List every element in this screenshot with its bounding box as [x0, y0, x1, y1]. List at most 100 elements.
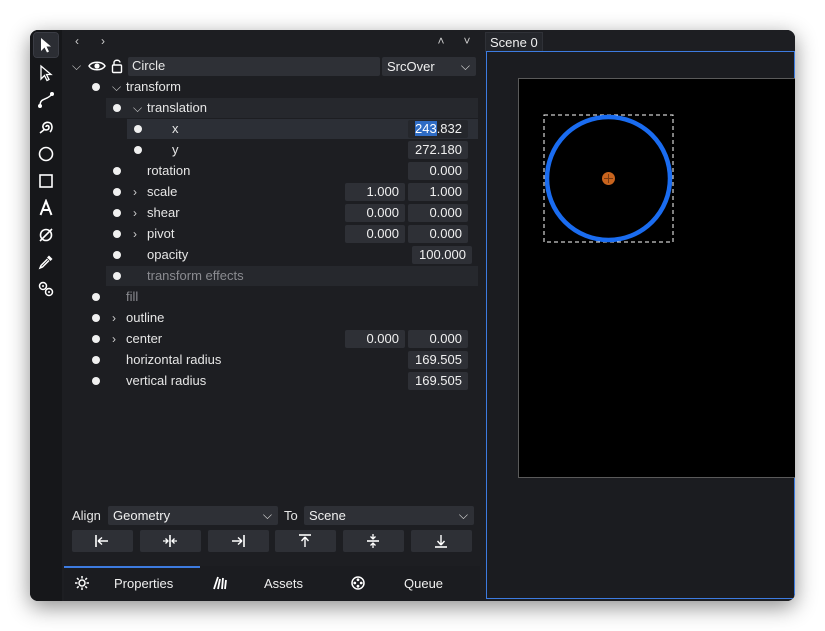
animate-dot-icon[interactable]: [92, 335, 100, 343]
align-mode-select[interactable]: Geometry ⌵: [108, 506, 278, 525]
expand-chevron-icon[interactable]: ›: [112, 332, 122, 346]
animate-dot-icon[interactable]: [113, 209, 121, 217]
animate-dot-icon[interactable]: [113, 230, 121, 238]
property-row-transform[interactable]: ⌵ transform: [66, 77, 478, 97]
chevron-down-icon: ⌵: [458, 508, 468, 522]
animate-dot-icon[interactable]: [92, 377, 100, 385]
align-bottom-icon: [435, 535, 447, 548]
property-label: center: [126, 331, 163, 346]
animate-dot-icon[interactable]: [113, 272, 121, 280]
to-label: To: [284, 508, 298, 523]
property-row-horizontal-radius[interactable]: horizontal radius 169.505: [66, 350, 478, 370]
expand-chevron-icon[interactable]: ›: [133, 185, 143, 199]
pivot-y-field[interactable]: 0.000: [408, 225, 468, 243]
tab-assets[interactable]: Assets: [204, 566, 340, 601]
animate-dot-icon[interactable]: [113, 104, 121, 112]
align-top-button[interactable]: [275, 530, 336, 552]
collapse-chevron-icon[interactable]: ⌵: [133, 101, 143, 115]
scene-canvas[interactable]: [518, 78, 795, 478]
scene-viewport[interactable]: [486, 51, 795, 599]
text-icon[interactable]: [34, 196, 58, 220]
property-row-vertical-radius[interactable]: vertical radius 169.505: [66, 371, 478, 391]
animate-dot-icon[interactable]: [92, 293, 100, 301]
vertical-radius-field[interactable]: 169.505: [408, 372, 468, 390]
center-x-field[interactable]: 0.000: [345, 330, 405, 348]
property-row-y[interactable]: y 272.180: [66, 140, 478, 160]
animate-dot-icon[interactable]: [92, 83, 100, 91]
align-label: Align: [72, 508, 101, 523]
align-right-button[interactable]: [208, 530, 269, 552]
animate-dot-icon[interactable]: [92, 314, 100, 322]
x-value-field[interactable]: 243.832: [408, 120, 468, 138]
visibility-eye-icon[interactable]: [88, 58, 106, 74]
property-row-rotation[interactable]: rotation 0.000: [66, 161, 478, 181]
property-label: opacity: [147, 247, 189, 262]
animate-dot-icon[interactable]: [113, 251, 121, 259]
collapse-chevron-icon[interactable]: ⌵: [72, 59, 82, 73]
property-row-fill[interactable]: fill: [66, 287, 478, 307]
select-arrow-icon[interactable]: [33, 32, 59, 58]
pivot-x-field[interactable]: 0.000: [345, 225, 405, 243]
lock-icon[interactable]: [110, 58, 124, 74]
node-arrow-icon[interactable]: [34, 61, 58, 85]
property-label: horizontal radius: [126, 352, 222, 367]
opacity-value-field[interactable]: 100.000: [412, 246, 472, 264]
property-row-transform-effects[interactable]: transform effects: [66, 266, 478, 286]
blend-mode-select[interactable]: SrcOver ⌵: [382, 57, 476, 76]
expand-chevron-icon[interactable]: ›: [133, 227, 143, 241]
chevron-down-icon: ⌵: [460, 59, 470, 73]
scene-panel: Scene 0: [485, 30, 795, 601]
center-y-field[interactable]: 0.000: [408, 330, 468, 348]
shear-x-field[interactable]: 0.000: [345, 204, 405, 222]
property-row-translation[interactable]: ⌵ translation: [66, 98, 478, 118]
align-bar: Align Geometry ⌵ To Scene ⌵: [64, 505, 480, 527]
align-bottom-button[interactable]: [411, 530, 472, 552]
tab-scene-0[interactable]: Scene 0: [485, 32, 543, 52]
circle-icon[interactable]: [34, 142, 58, 166]
move-down-button[interactable]: ˅: [459, 33, 475, 49]
animate-dot-icon[interactable]: [134, 146, 142, 154]
back-button[interactable]: ‹: [69, 33, 85, 49]
tab-queue[interactable]: Queue: [344, 566, 480, 601]
property-row-opacity[interactable]: opacity 100.000: [66, 245, 478, 265]
expand-chevron-icon[interactable]: ›: [112, 311, 122, 325]
property-row-scale[interactable]: › scale 1.000 1.000: [66, 182, 478, 202]
animate-dot-icon[interactable]: [113, 167, 121, 175]
property-label: rotation: [147, 163, 191, 178]
app-window: ‹ › ˄ ˅ ⌵ Circle SrcOver ⌵ ⌵ transform ⌵…: [30, 30, 795, 601]
horizontal-radius-field[interactable]: 169.505: [408, 351, 468, 369]
property-row-outline[interactable]: › outline: [66, 308, 478, 328]
eyedropper-icon[interactable]: [34, 250, 58, 274]
align-vcenter-button[interactable]: [343, 530, 404, 552]
expand-chevron-icon[interactable]: ›: [133, 206, 143, 220]
animate-dot-icon[interactable]: [113, 188, 121, 196]
bezier-path-icon[interactable]: [34, 88, 58, 112]
property-label: vertical radius: [126, 373, 207, 388]
null-object-icon[interactable]: [34, 223, 58, 247]
rectangle-icon[interactable]: [34, 169, 58, 193]
scale-y-field[interactable]: 1.000: [408, 183, 468, 201]
align-hcenter-button[interactable]: [140, 530, 201, 552]
property-row-x[interactable]: x 243.832: [66, 119, 478, 139]
move-up-button[interactable]: ˄: [433, 33, 449, 49]
shear-y-field[interactable]: 0.000: [408, 204, 468, 222]
align-target-select[interactable]: Scene ⌵: [304, 506, 474, 525]
gears-icon[interactable]: [34, 277, 58, 301]
rotation-value-field[interactable]: 0.000: [408, 162, 468, 180]
animate-dot-icon[interactable]: [134, 125, 142, 133]
blend-mode-value: SrcOver: [387, 59, 435, 74]
align-right-icon: [232, 535, 245, 547]
forward-button[interactable]: ›: [95, 33, 111, 49]
align-left-button[interactable]: [72, 530, 133, 552]
collapse-chevron-icon[interactable]: ⌵: [112, 80, 122, 94]
scale-x-field[interactable]: 1.000: [345, 183, 405, 201]
property-row-pivot[interactable]: › pivot 0.000 0.000: [66, 224, 478, 244]
animate-dot-icon[interactable]: [92, 356, 100, 364]
tab-properties[interactable]: Properties: [64, 566, 200, 601]
property-row-center[interactable]: › center 0.000 0.000: [66, 329, 478, 349]
spiral-icon[interactable]: [34, 115, 58, 139]
layer-name-field[interactable]: Circle: [128, 57, 380, 76]
y-value-field[interactable]: 272.180: [408, 141, 468, 159]
tab-label: Properties: [114, 576, 174, 591]
property-row-shear[interactable]: › shear 0.000 0.000: [66, 203, 478, 223]
